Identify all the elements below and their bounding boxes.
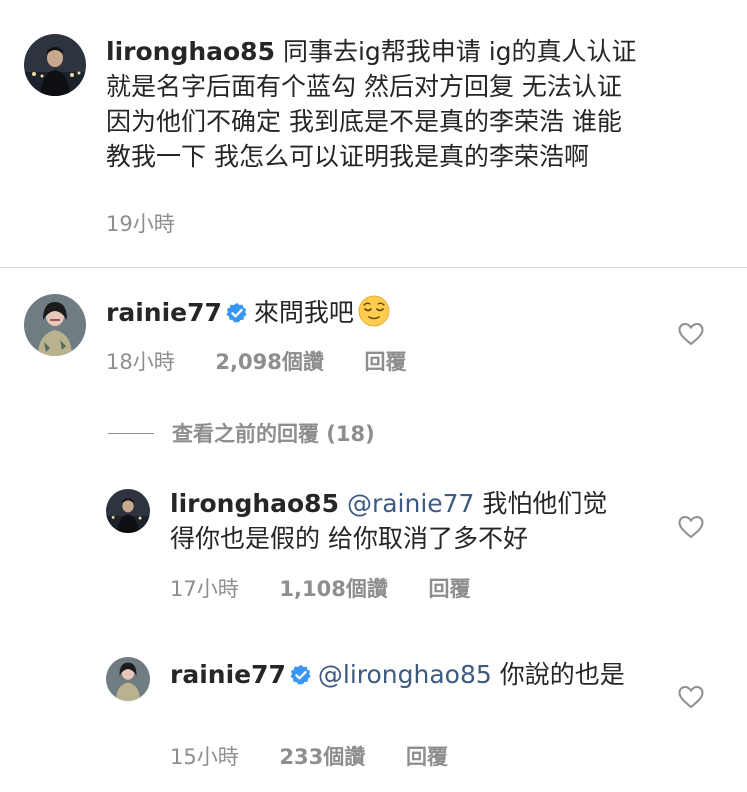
avatar-lironghao85[interactable] [106,489,150,533]
comment-meta: 19小時 [106,208,209,238]
reply-username[interactable]: rainie77 [170,660,286,689]
comment-time: 18小時 [106,350,175,374]
verified-badge-icon [226,302,248,324]
avatar-rainie77[interactable] [106,657,150,701]
comment-body: rainie77 來問我吧 [106,295,666,330]
view-previous-label: 查看之前的回覆 (18) [172,422,375,446]
relieved-face-icon [358,295,390,327]
divider [0,267,747,268]
view-previous-replies-button[interactable]: 查看之前的回覆 (18) [108,418,375,448]
reply-meta: 15小時 233個讚 回覆 [170,741,482,771]
likes-count[interactable]: 233個讚 [279,745,365,769]
comment-time: 19小時 [106,212,175,236]
comment-username[interactable]: rainie77 [106,298,222,327]
reply-body: lironghao85 @rainie77 我怕他们觉得你也是假的 给你取消了多… [170,486,630,556]
reply-username[interactable]: lironghao85 [170,489,339,518]
likes-count[interactable]: 1,108個讚 [279,577,387,601]
comment-text: 來問我吧 [253,298,354,327]
verified-badge-icon [290,664,312,686]
heart-icon[interactable] [678,685,704,709]
reply-time: 17小時 [170,577,239,601]
divider-line [108,432,154,434]
avatar-rainie77[interactable] [24,294,86,356]
heart-icon[interactable] [678,515,704,539]
reply-button[interactable]: 回覆 [365,350,407,374]
reply-time: 15小時 [170,745,239,769]
mention-link[interactable]: @rainie77 [347,489,475,518]
mention-link[interactable]: @lironghao85 [318,660,492,689]
comment-username[interactable]: lironghao85 [106,37,275,66]
likes-count[interactable]: 2,098個讚 [215,350,323,374]
heart-icon[interactable] [678,322,704,346]
comment-meta: 18小時 2,098個讚 回覆 [106,346,441,376]
reply-button[interactable]: 回覆 [429,577,471,601]
reply-meta: 17小時 1,108個讚 回覆 [170,573,505,603]
reply-body: rainie77 @lironghao85 你說的也是 [170,657,630,692]
avatar-lironghao85[interactable] [24,34,86,96]
reply-button[interactable]: 回覆 [406,745,448,769]
reply-text: 你說的也是 [499,660,625,689]
comment-body: lironghao85 同事去ig帮我申请 ig的真人认证 就是名字后面有个蓝勾… [106,34,646,174]
